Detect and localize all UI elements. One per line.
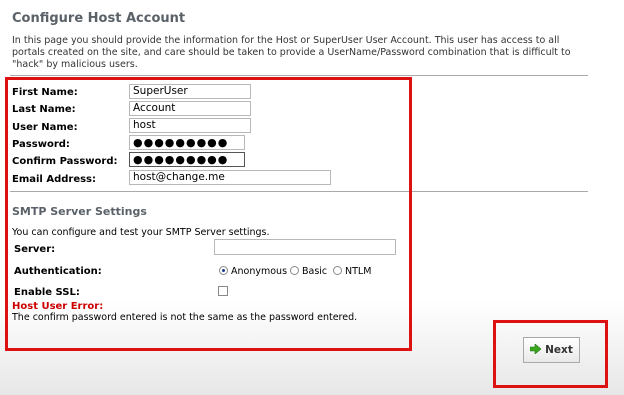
highlight-box-form [5,77,412,351]
arrow-right-icon [529,342,542,357]
next-button[interactable]: Next [523,337,580,363]
divider [10,75,588,76]
page-intro: In this page you should provide the info… [12,35,571,70]
page-title: Configure Host Account [12,11,186,26]
next-button-label: Next [545,344,573,356]
